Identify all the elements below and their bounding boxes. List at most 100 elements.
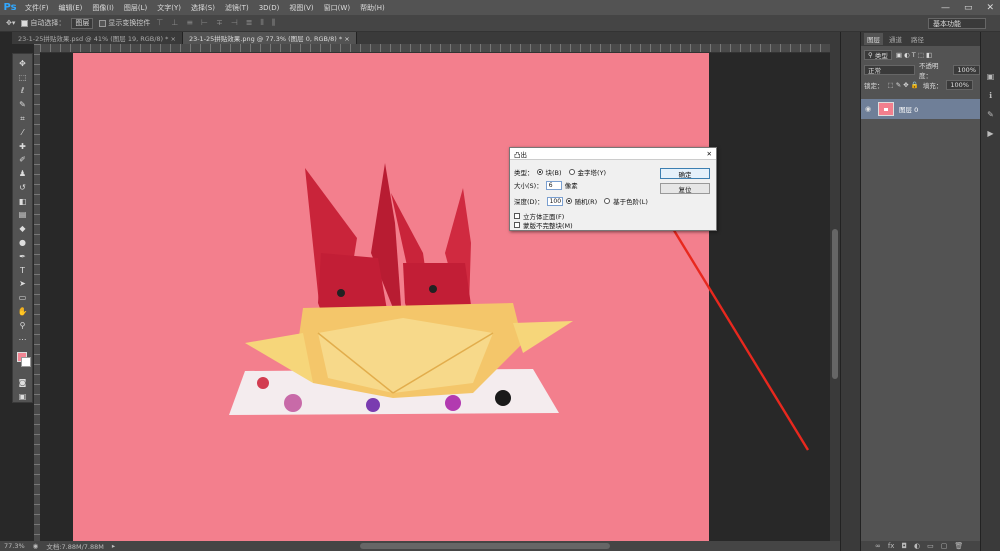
depth-level-label: 基于色阶(L) xyxy=(613,198,648,206)
move-tool-icon[interactable]: ✥▾ xyxy=(6,19,15,27)
align-top-icon[interactable]: ⊤ xyxy=(156,18,163,28)
shape-tool-icon[interactable]: ▭ xyxy=(16,292,29,303)
vertical-scrollbar[interactable] xyxy=(830,44,840,541)
align-center-icon[interactable]: ∓ xyxy=(216,18,223,28)
menu-view[interactable]: 视图(V) xyxy=(284,3,318,13)
menu-help[interactable]: 帮助(H) xyxy=(355,3,390,13)
hand-tool-icon[interactable]: ✋ xyxy=(16,306,29,317)
gradient-tool-icon[interactable]: ▤ xyxy=(16,210,29,221)
close-icon[interactable]: ✕ xyxy=(986,3,994,13)
menu-3d[interactable]: 3D(D) xyxy=(254,4,285,12)
blend-mode-dropdown[interactable]: 正常 xyxy=(864,64,916,75)
align-bottom-icon[interactable]: ≡ xyxy=(186,18,193,28)
folder-icon[interactable]: ▭ xyxy=(927,542,934,550)
layer-name[interactable]: 图层 0 xyxy=(899,104,918,114)
align-middle-icon[interactable]: ⊥ xyxy=(171,18,178,28)
link-icon[interactable]: ∞ xyxy=(875,542,881,550)
stamp-tool-icon[interactable]: ♟ xyxy=(16,168,29,179)
text-tool-icon[interactable]: T xyxy=(16,265,29,276)
distribute-icon[interactable]: ≣ xyxy=(246,18,253,28)
menu-image[interactable]: 图像(I) xyxy=(87,3,119,13)
lock-icons[interactable]: ⬚ ✎ ✥ 🔒 xyxy=(888,81,919,89)
options-bar: ✥▾ 自动选择： 图层 显示变换控件 ⊤ ⊥ ≡ ⊢ ∓ ⊣ ≣ ⫴ ⫼ xyxy=(0,15,1000,32)
actions-icon[interactable]: ▶ xyxy=(987,129,993,138)
crop-tool-icon[interactable]: ⌗ xyxy=(16,113,29,124)
history-brush-icon[interactable]: ↺ xyxy=(16,182,29,193)
properties-icon[interactable]: ✎ xyxy=(987,110,994,119)
tab-paths[interactable]: 路径 xyxy=(908,33,927,45)
tab-layers[interactable]: 图层 xyxy=(864,33,883,45)
depth-input[interactable]: 100 xyxy=(546,196,563,206)
size-input[interactable]: 6 xyxy=(545,180,562,190)
menu-window[interactable]: 窗口(W) xyxy=(319,3,355,13)
eye-icon[interactable]: ◉ xyxy=(865,105,873,113)
opacity-input[interactable]: 100% xyxy=(953,64,980,75)
minimize-icon[interactable]: — xyxy=(941,3,950,13)
background-color-swatch[interactable] xyxy=(21,357,31,367)
depth-random-radio[interactable] xyxy=(565,198,572,204)
tab-png[interactable]: 23-1-25拼贴效果.png @ 77.3% (图层 0, RGB/8) * … xyxy=(182,32,357,44)
adjustment-icon[interactable]: ◐ xyxy=(914,542,920,550)
fill-input[interactable]: 100% xyxy=(946,79,973,90)
menu-edit[interactable]: 编辑(E) xyxy=(54,3,88,13)
lasso-tool-icon[interactable]: ℓ xyxy=(16,86,29,97)
eraser-tool-icon[interactable]: ◧ xyxy=(16,196,29,207)
quick-mask-icon[interactable]: ◙ xyxy=(16,377,29,388)
filter-icons[interactable]: ▣ ◐ T ⬚ ◧ xyxy=(896,51,932,59)
align-left-icon[interactable]: ⊢ xyxy=(201,18,208,28)
layers-footer: ∞ fx ◘ ◐ ▭ ▢ 🗑 xyxy=(861,541,981,551)
info-icon[interactable]: ℹ xyxy=(989,91,992,100)
zoom-level[interactable]: 77.3% xyxy=(4,542,25,550)
marquee-tool-icon[interactable]: ⬚ xyxy=(16,72,29,83)
brush-tool-icon[interactable]: ✐ xyxy=(16,154,29,165)
screen-mode-icon[interactable]: ▣ xyxy=(16,391,29,402)
tab-psd[interactable]: 23-1-25拼贴效果.psd @ 41% (图层 19, RGB/8) * × xyxy=(12,32,183,44)
history-icon[interactable]: ▣ xyxy=(987,72,995,81)
move-tool-icon[interactable]: ✥ xyxy=(16,58,29,69)
more-tools-icon[interactable]: ⋯ xyxy=(16,334,29,345)
pen-tool-icon[interactable]: ✒ xyxy=(16,251,29,262)
path-select-tool-icon[interactable]: ➤ xyxy=(16,279,29,290)
auto-select-dropdown[interactable]: 图层 xyxy=(71,17,94,29)
layer-row[interactable]: ◉ 图层 0 xyxy=(861,99,980,119)
menu-type[interactable]: 文字(Y) xyxy=(152,3,186,13)
depth-level-radio[interactable] xyxy=(604,198,611,204)
show-transform-checkbox[interactable]: 显示变换控件 xyxy=(99,18,150,28)
scroll-thumb[interactable] xyxy=(832,229,838,379)
fx-icon[interactable]: fx xyxy=(888,542,895,550)
layers-panel: 图层 通道 路径 ⚲ 类型 ▣ ◐ T ⬚ ◧ 正常 不透明度： 100% 锁定… xyxy=(860,32,981,551)
ok-button[interactable]: 确定 xyxy=(660,168,710,179)
type-blocks-radio[interactable] xyxy=(536,169,543,175)
maximize-icon[interactable]: ▭ xyxy=(964,3,973,13)
zoom-tool-icon[interactable]: ⚲ xyxy=(16,320,29,331)
eyedropper-tool-icon[interactable]: ⁄ xyxy=(16,127,29,138)
dodge-tool-icon[interactable]: ● xyxy=(16,237,29,248)
type-pyramids-radio[interactable] xyxy=(568,169,575,175)
dialog-title: 凸出 xyxy=(514,150,527,159)
menu-layer[interactable]: 图层(L) xyxy=(119,3,152,13)
new-layer-icon[interactable]: ▢ xyxy=(941,542,948,550)
status-arrow-icon[interactable]: ▸ xyxy=(112,542,115,550)
quick-select-tool-icon[interactable]: ✎ xyxy=(16,99,29,110)
auto-select-checkbox[interactable]: 自动选择： xyxy=(21,18,65,28)
tab-channels[interactable]: 通道 xyxy=(886,33,905,45)
opacity-label: 不透明度： xyxy=(919,61,939,80)
menu-select[interactable]: 选择(S) xyxy=(186,3,220,13)
type-pyramids-label: 金字塔(Y) xyxy=(577,169,607,177)
mask-incomplete-checkbox[interactable] xyxy=(514,222,520,228)
align-right-icon[interactable]: ⊣ xyxy=(231,18,238,28)
horizontal-scroll-thumb[interactable] xyxy=(360,543,610,549)
solid-front-checkbox[interactable] xyxy=(514,213,520,219)
reset-button[interactable]: 复位 xyxy=(660,183,710,194)
close-icon[interactable]: ✕ xyxy=(707,150,712,158)
mask-icon[interactable]: ◘ xyxy=(901,542,907,550)
workspace-dropdown[interactable]: 基本功能 xyxy=(928,18,986,29)
trash-icon[interactable]: 🗑 xyxy=(954,542,963,550)
blur-tool-icon[interactable]: ◆ xyxy=(16,223,29,234)
menu-file[interactable]: 文件(F) xyxy=(20,3,54,13)
healing-tool-icon[interactable]: ✚ xyxy=(16,141,29,152)
filter-kind-dropdown[interactable]: ⚲ 类型 xyxy=(864,49,892,60)
distribute-h-icon[interactable]: ⫴ xyxy=(260,18,263,28)
distribute-v-icon[interactable]: ⫼ xyxy=(272,18,276,28)
menu-filter[interactable]: 滤镜(T) xyxy=(220,3,254,13)
